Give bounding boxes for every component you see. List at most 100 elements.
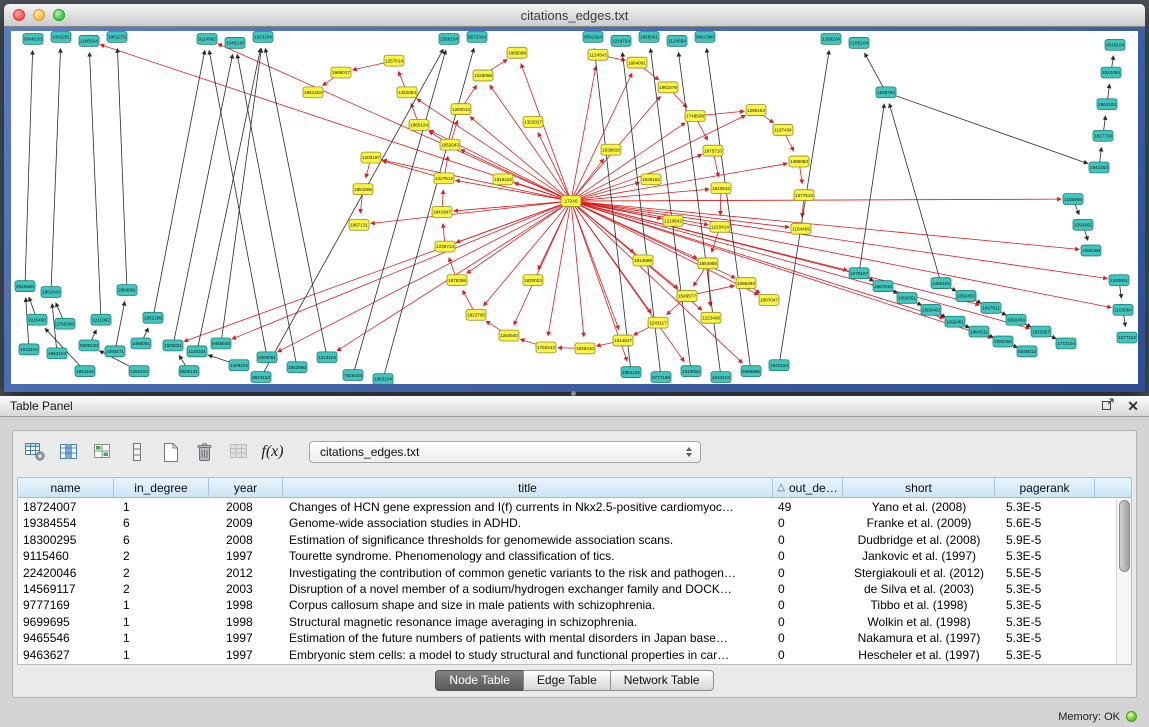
cell-outde[interactable]: 0: [773, 548, 843, 564]
network-node[interactable]: 1260013: [451, 104, 471, 115]
network-node[interactable]: 1750243: [536, 342, 556, 353]
network-node[interactable]: 1863104: [373, 374, 393, 384]
network-node[interactable]: 1226058: [473, 70, 493, 81]
network-node[interactable]: 9699695: [741, 366, 761, 377]
cell-pagerank[interactable]: 5.3E-5: [995, 548, 1095, 564]
cell-outde[interactable]: 0: [773, 614, 843, 630]
network-node[interactable]: 1677104: [1117, 332, 1137, 343]
cell-outde[interactable]: 0: [773, 581, 843, 597]
network-node[interactable]: 1092051: [897, 293, 917, 304]
network-node[interactable]: 9591924: [583, 31, 603, 42]
network-node[interactable]: 1852943: [41, 287, 61, 298]
cell-outde[interactable]: 0: [773, 630, 843, 646]
network-node[interactable]: 1155958: [1063, 194, 1083, 205]
network-node[interactable]: 1904104: [1097, 99, 1117, 110]
network-node[interactable]: 1626152: [641, 174, 661, 185]
table-row[interactable]: 946554611997Estimation of the future num…: [18, 630, 1116, 646]
cell-outde[interactable]: 0: [773, 597, 843, 613]
cell-title[interactable]: Disruption of a novel member of a sodium…: [283, 581, 773, 597]
network-edge[interactable]: [571, 159, 604, 201]
minimize-window-button[interactable]: [33, 9, 45, 21]
column-settings-icon[interactable]: [21, 439, 48, 466]
network-node[interactable]: 2063091: [257, 352, 277, 363]
column-header-outde[interactable]: △out_de…: [773, 478, 843, 497]
cell-indegree[interactable]: 2: [114, 548, 209, 564]
network-window-titlebar[interactable]: citations_edges.txt: [4, 4, 1145, 27]
cell-short[interactable]: Wolkin et al. (1998): [843, 614, 995, 630]
network-edge[interactable]: [232, 201, 571, 339]
network-node[interactable]: 1851404: [303, 87, 323, 98]
network-node[interactable]: 1220651: [1109, 275, 1129, 286]
column-chooser-icon[interactable]: [55, 439, 82, 466]
cell-indegree[interactable]: 1: [114, 597, 209, 613]
cell-indegree[interactable]: 1: [114, 499, 209, 515]
cell-pagerank[interactable]: 5.3E-5: [995, 499, 1095, 515]
network-node[interactable]: 1286104: [821, 33, 841, 44]
network-edge[interactable]: [237, 55, 297, 368]
network-edge[interactable]: [90, 53, 101, 320]
network-edge[interactable]: [383, 160, 571, 201]
network-node[interactable]: 2185104: [849, 37, 869, 48]
table-row[interactable]: 1456911722003Disruption of a novel membe…: [18, 581, 1116, 597]
network-node[interactable]: 7625404: [343, 370, 363, 381]
cell-name[interactable]: 9699695: [18, 614, 114, 630]
network-node[interactable]: 1210642: [663, 215, 683, 226]
cell-pagerank[interactable]: 5.5E-5: [995, 565, 1095, 581]
network-edge[interactable]: [51, 49, 61, 292]
network-node[interactable]: 1236714: [435, 241, 455, 252]
network-node[interactable]: 1862275: [107, 31, 127, 42]
network-node[interactable]: 1154469: [791, 223, 811, 234]
cell-outde[interactable]: 49: [773, 499, 843, 515]
network-node[interactable]: 1951104: [75, 366, 95, 377]
edit-table-icon[interactable]: [89, 439, 116, 466]
column-header-pagerank[interactable]: pagerank: [995, 478, 1095, 497]
network-node[interactable]: 9961380: [695, 31, 715, 42]
cell-short[interactable]: Nakamura et al. (1997): [843, 630, 995, 646]
network-node[interactable]: 1918116: [493, 174, 513, 185]
cell-year[interactable]: 2009: [209, 515, 283, 531]
network-node[interactable]: 9546133: [23, 33, 43, 44]
cell-title[interactable]: Corpus callosum shape and size in male p…: [283, 597, 773, 613]
network-node[interactable]: 1577515: [794, 190, 814, 201]
network-node[interactable]: 1832957: [1031, 326, 1051, 337]
new-table-icon[interactable]: [157, 439, 184, 466]
network-node[interactable]: 1952043: [440, 139, 460, 150]
network-node[interactable]: 1860124: [409, 119, 429, 130]
cell-indegree[interactable]: 1: [114, 647, 209, 663]
network-edge[interactable]: [886, 92, 1088, 163]
cell-short[interactable]: Tibbo et al. (1998): [843, 597, 995, 613]
cell-outde[interactable]: 0: [773, 532, 843, 548]
network-node[interactable]: 1827734: [1093, 130, 1113, 141]
network-node[interactable]: 1867911: [981, 302, 1001, 313]
cell-pagerank[interactable]: 5.3E-5: [995, 647, 1095, 663]
network-node[interactable]: 1679197: [849, 268, 869, 279]
cell-indegree[interactable]: 2: [114, 581, 209, 597]
table-row[interactable]: 969969511998Structural magnetic resonanc…: [18, 614, 1116, 630]
cell-indegree[interactable]: 6: [114, 515, 209, 531]
network-node[interactable]: 1092454: [1006, 314, 1026, 325]
table-row[interactable]: 977716911998Corpus callosum shape and si…: [18, 597, 1116, 613]
network-node[interactable]: 1257614: [384, 55, 404, 66]
float-panel-icon[interactable]: [1102, 397, 1115, 415]
network-node[interactable]: 1465091: [131, 338, 151, 349]
network-edge[interactable]: [548, 201, 571, 336]
network-node[interactable]: 1180504: [79, 35, 99, 46]
network-node[interactable]: 1243117: [648, 317, 668, 328]
cell-short[interactable]: Yano et al. (2008): [843, 499, 995, 515]
cell-pagerank[interactable]: 5.3E-5: [995, 581, 1095, 597]
network-edge[interactable]: [197, 49, 261, 352]
delete-table-icon[interactable]: [191, 439, 218, 466]
network-node[interactable]: 1865099: [507, 47, 527, 58]
table-row[interactable]: 1938455462009Genome-wide association stu…: [18, 515, 1116, 531]
network-edge[interactable]: [218, 44, 571, 201]
cell-outde[interactable]: 0: [773, 565, 843, 581]
network-canvas[interactable]: 1724011245431664091196107917485081875710…: [11, 31, 1138, 384]
cell-year[interactable]: 1998: [209, 614, 283, 630]
network-node[interactable]: 1664091: [627, 57, 647, 68]
network-node[interactable]: 1486104: [931, 278, 951, 289]
table-row[interactable]: 911546021997Tourette syndrome. Phenomeno…: [18, 548, 1116, 564]
cell-year[interactable]: 1997: [209, 647, 283, 663]
column-header-title[interactable]: title: [283, 478, 773, 497]
network-edge[interactable]: [417, 99, 571, 201]
network-node[interactable]: 1103054: [1113, 304, 1133, 315]
